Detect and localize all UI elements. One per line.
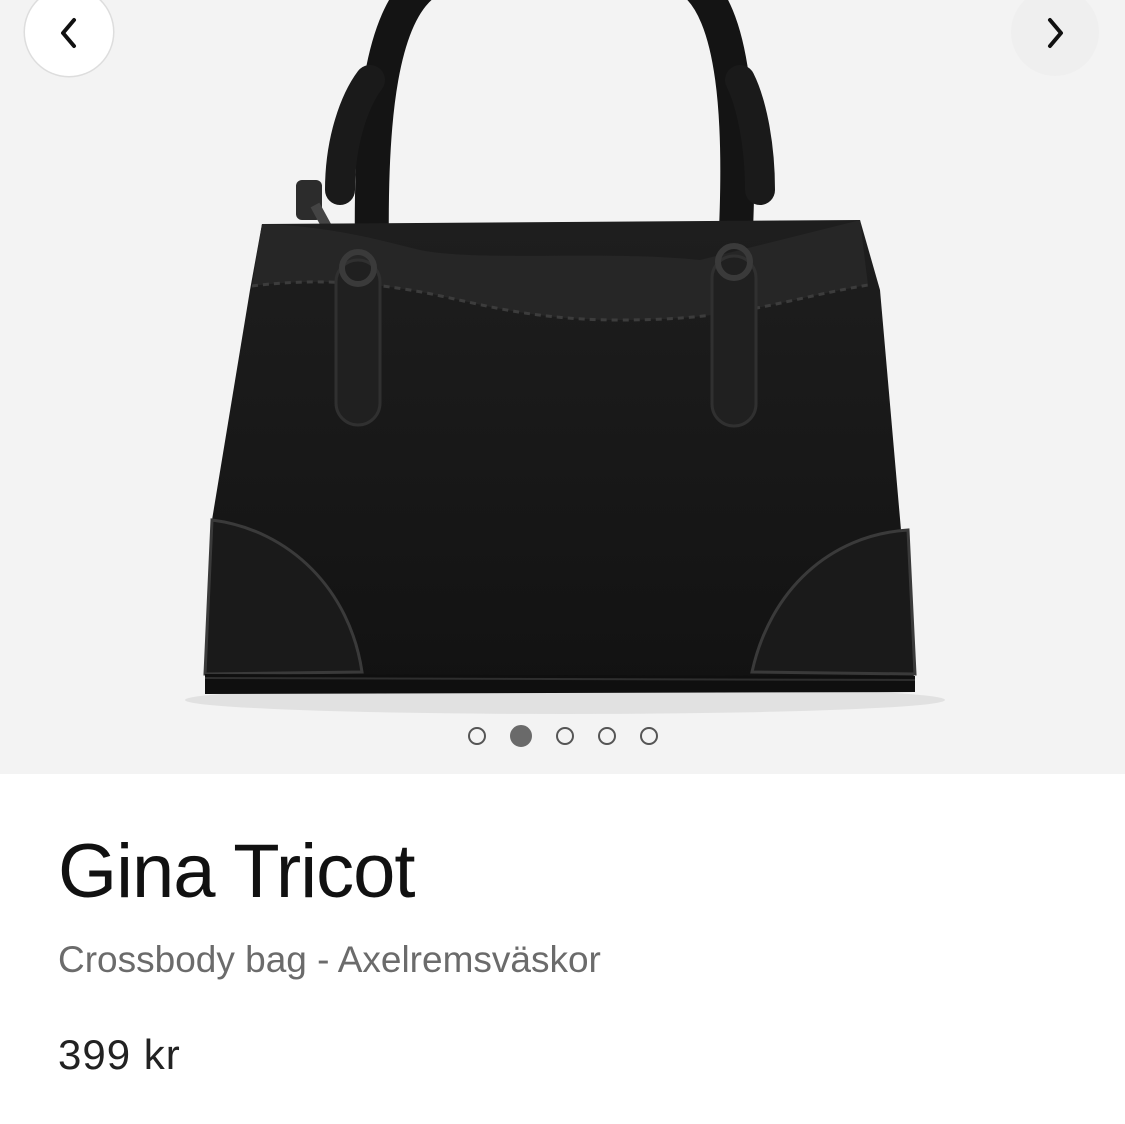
product-image [185, 0, 945, 714]
pagination-dot-2-active[interactable] [509, 725, 532, 747]
chevron-left-icon [61, 18, 76, 48]
image-pagination-dots [0, 724, 1125, 748]
product-brand: Gina Tricot [58, 829, 415, 914]
pagination-dot-3[interactable] [555, 727, 574, 745]
pagination-dot-4[interactable] [597, 727, 616, 745]
pagination-dot-5[interactable] [639, 727, 658, 745]
product-price: 399 kr [58, 1031, 181, 1078]
product-image-gallery[interactable] [0, 0, 1125, 774]
pagination-dot-1[interactable] [467, 727, 486, 745]
chevron-right-icon [1048, 18, 1063, 48]
product-subtitle: Crossbody bag - Axelremsväskor [58, 939, 601, 980]
